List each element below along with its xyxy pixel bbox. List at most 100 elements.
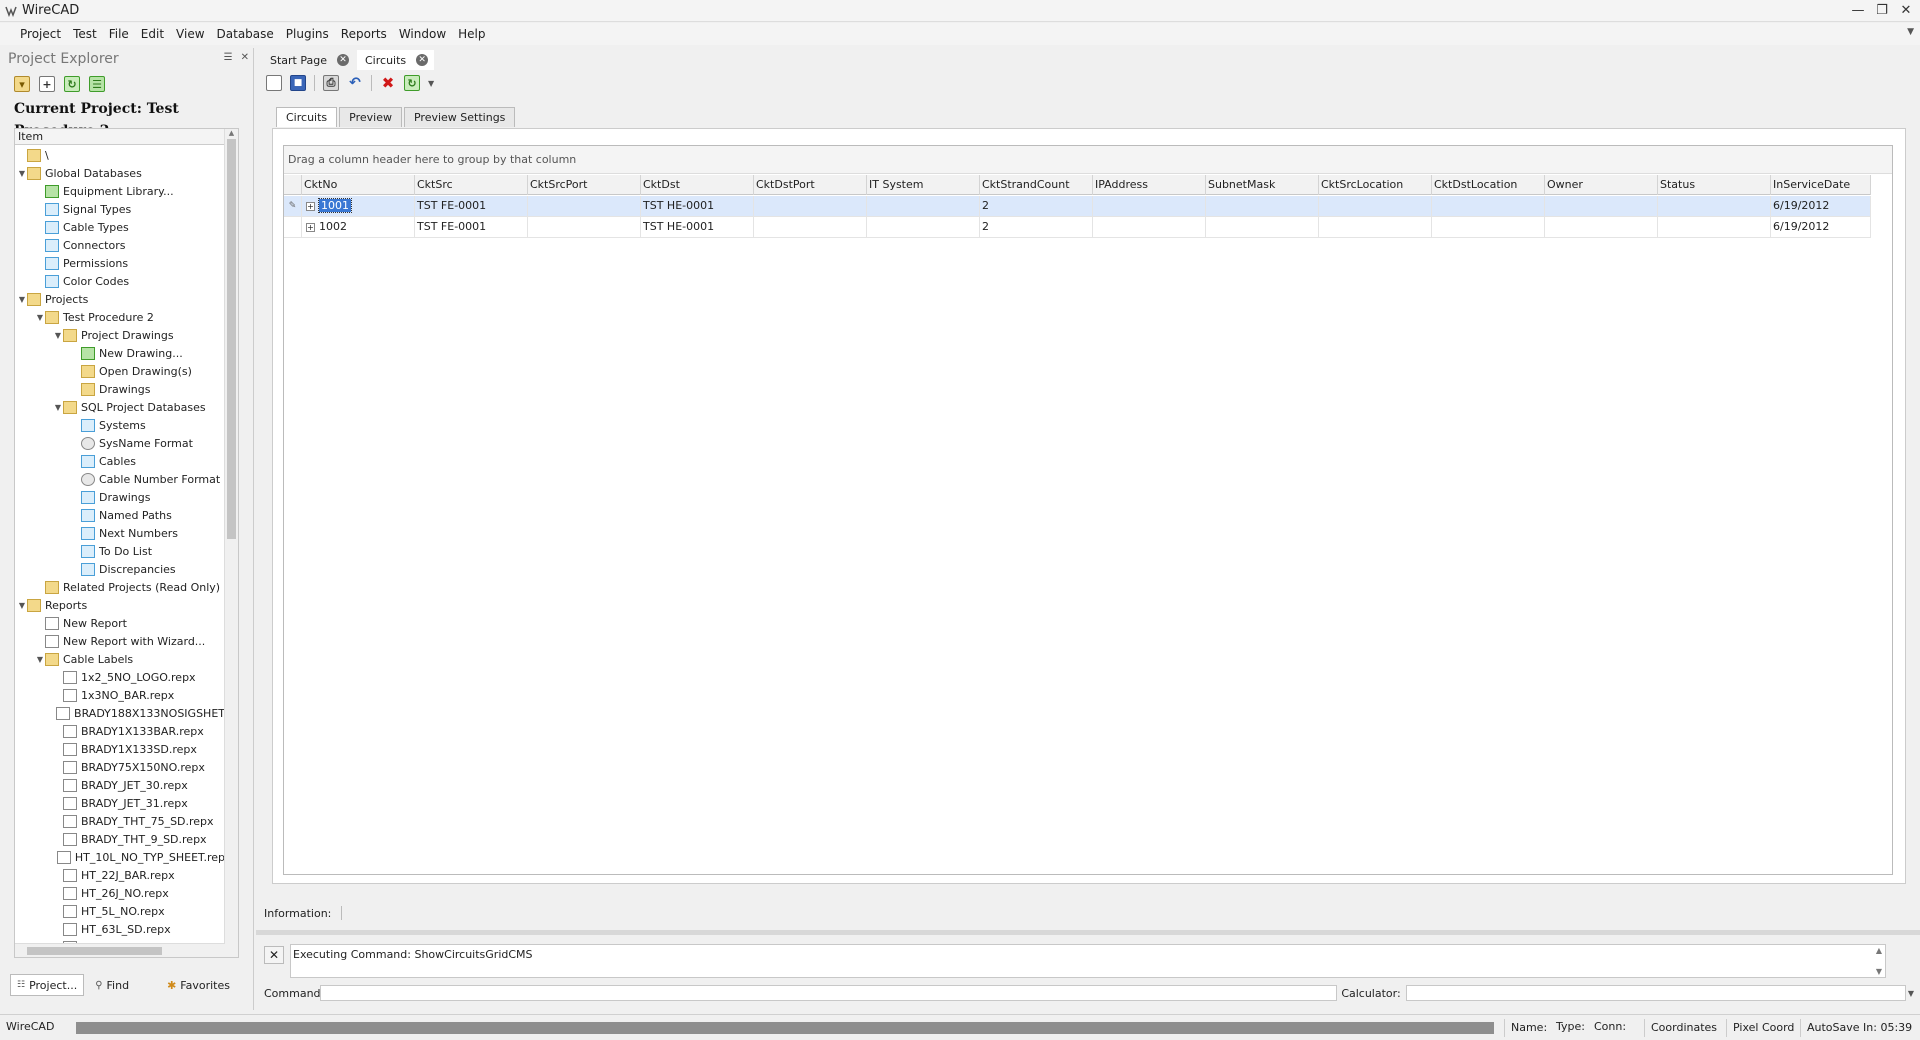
tree-item[interactable]: Connectors — [15, 236, 225, 254]
refresh-icon[interactable]: ↻ — [64, 76, 80, 92]
close-tab-icon[interactable]: ✕ — [416, 54, 429, 66]
tree-item[interactable]: New Drawing... — [15, 344, 225, 362]
tree-item[interactable]: BRADY_THT_75_SD.repx — [15, 812, 225, 830]
subtab-preview-settings[interactable]: Preview Settings — [403, 107, 516, 127]
cell-cktsrc[interactable]: TST FE-0001 — [415, 217, 528, 237]
table-row[interactable]: ✎ +1001 TST FE-0001 TST HE-0001 2 6/19/2012 — [284, 196, 1871, 217]
cell-cktsrclocation[interactable] — [1319, 217, 1432, 237]
pin-icon[interactable]: ☰ — [224, 52, 233, 63]
cell-cktdst[interactable]: TST HE-0001 — [641, 217, 754, 237]
group-by-panel[interactable]: Drag a column header here to group by th… — [284, 146, 1892, 174]
new-document-icon[interactable]: + — [39, 76, 55, 92]
tree-item[interactable]: BRADY75X150NO.repx — [15, 758, 225, 776]
tree-item[interactable]: ▼ Reports — [15, 596, 225, 614]
menu-file[interactable]: File — [103, 24, 135, 44]
menu-help[interactable]: Help — [452, 24, 491, 44]
database-icon[interactable]: ☰ — [89, 76, 105, 92]
cell-cktsrc[interactable]: TST FE-0001 — [415, 196, 528, 216]
tree-item[interactable]: ▼ Project Drawings — [15, 326, 225, 344]
cell-owner[interactable] — [1545, 217, 1658, 237]
cell-cktsrcport[interactable] — [528, 196, 641, 216]
tree-item[interactable]: Named Paths — [15, 506, 225, 524]
tree-item[interactable]: BRADY188X133NOSIGSHET — [15, 704, 225, 722]
calculator-input[interactable] — [1406, 985, 1906, 1001]
expand-row-icon[interactable]: + — [306, 201, 315, 211]
expand-collapse-icon[interactable]: ▼ — [35, 655, 45, 664]
tree-item[interactable]: New Report — [15, 614, 225, 632]
cell-cktno[interactable]: +1001 — [302, 196, 415, 216]
menu-plugins[interactable]: Plugins — [280, 24, 335, 44]
undo-icon[interactable]: ↶ — [347, 75, 363, 91]
column-header-it-system[interactable]: IT System — [867, 175, 980, 195]
command-log-scrollbar[interactable]: ▲ ▼ — [1872, 946, 1886, 976]
tree-item[interactable]: BRADY1X133BAR.repx — [15, 722, 225, 740]
cell-inservicedate[interactable]: 6/19/2012 — [1771, 217, 1871, 237]
tree-item[interactable]: HT_63L_SD.repx — [15, 920, 225, 938]
new-record-icon[interactable] — [266, 75, 282, 91]
cell-cktdstport[interactable] — [754, 217, 867, 237]
tree-hscroll-thumb[interactable] — [27, 947, 162, 955]
tree-item[interactable]: ▼ SQL Project Databases — [15, 398, 225, 416]
tree-item[interactable]: Color Codes — [15, 272, 225, 290]
cell-subnetmask[interactable] — [1206, 196, 1319, 216]
cell-cktsrcport[interactable] — [528, 217, 641, 237]
column-header-cktsrc[interactable]: CktSrc — [415, 175, 528, 195]
column-header-inservicedate[interactable]: InServiceDate — [1771, 175, 1871, 195]
cell-cktdstport[interactable] — [754, 196, 867, 216]
cell-status[interactable] — [1658, 217, 1771, 237]
tree-item[interactable]: HT_22J_BAR.repx — [15, 866, 225, 884]
subtab-preview[interactable]: Preview — [339, 107, 402, 127]
column-header-ipaddress[interactable]: IPAddress — [1093, 175, 1206, 195]
cell-cktsrclocation[interactable] — [1319, 196, 1432, 216]
tree-item[interactable]: Next Numbers — [15, 524, 225, 542]
menu-edit[interactable]: Edit — [135, 24, 170, 44]
tree-item[interactable]: Discrepancies — [15, 560, 225, 578]
scroll-up-icon[interactable]: ▲ — [1876, 946, 1882, 955]
save-icon[interactable]: ■ — [290, 75, 306, 91]
tree-item[interactable]: ▼ Global Databases — [15, 164, 225, 182]
column-header-cktdst[interactable]: CktDst — [641, 175, 754, 195]
menu-overflow-chevron-icon[interactable]: ▼ — [1907, 27, 1914, 37]
expand-row-icon[interactable]: + — [306, 222, 315, 232]
menu-test[interactable]: Test — [67, 24, 103, 44]
tree-item[interactable]: BRADY_JET_30.repx — [15, 776, 225, 794]
expand-collapse-icon[interactable]: ▼ — [17, 601, 27, 610]
tree-item[interactable]: BRADY_JET_31.repx — [15, 794, 225, 812]
subtab-circuits[interactable]: Circuits — [276, 107, 338, 127]
column-header-owner[interactable]: Owner — [1545, 175, 1658, 195]
tree-item[interactable]: Open Drawing(s) — [15, 362, 225, 380]
cell-cktdst[interactable]: TST HE-0001 — [641, 196, 754, 216]
tree-item[interactable]: BRADY_THT_9_SD.repx — [15, 830, 225, 848]
cell-it-system[interactable] — [867, 217, 980, 237]
cell-ipaddress[interactable] — [1093, 217, 1206, 237]
menu-database[interactable]: Database — [211, 24, 280, 44]
tree-item[interactable]: Permissions — [15, 254, 225, 272]
tab-favorites[interactable]: ✱ Favorites — [160, 974, 237, 996]
command-input[interactable] — [320, 985, 1338, 1001]
cell-ipaddress[interactable] — [1093, 196, 1206, 216]
tree-item[interactable]: 1x2_5NO_LOGO.repx — [15, 668, 225, 686]
minimize-icon[interactable]: — — [1850, 2, 1866, 18]
tree-vertical-scrollbar[interactable]: ▲ — [224, 129, 238, 957]
column-header-cktstrandcount[interactable]: CktStrandCount — [980, 175, 1093, 195]
row-edit-pencil-icon[interactable]: ✎ — [284, 196, 302, 216]
tree-item[interactable]: \ — [15, 146, 225, 164]
cell-cktdstlocation[interactable] — [1432, 196, 1545, 216]
tab-start-page[interactable]: Start Page ✕ — [262, 50, 355, 70]
tree-item[interactable]: Related Projects (Read Only) — [15, 578, 225, 596]
cell-it-system[interactable] — [867, 196, 980, 216]
cell-owner[interactable] — [1545, 196, 1658, 216]
command-log-close-icon[interactable]: ✕ — [264, 946, 284, 964]
menu-project[interactable]: Project — [14, 24, 67, 44]
calculator-dropdown-chevron-icon[interactable]: ▼ — [1908, 989, 1914, 998]
tree-item[interactable]: Cable Types — [15, 218, 225, 236]
close-icon[interactable]: ✕ — [1898, 2, 1914, 18]
cell-cktstrandcount[interactable]: 2 — [980, 196, 1093, 216]
refresh-icon[interactable]: ↻ — [404, 75, 420, 91]
tree-column-header[interactable]: Item — [15, 129, 238, 145]
scroll-down-icon[interactable]: ▼ — [1876, 967, 1882, 976]
tab-circuits[interactable]: Circuits ✕ — [357, 50, 435, 70]
cell-cktstrandcount[interactable]: 2 — [980, 217, 1093, 237]
tree-item[interactable]: HT_26J_NO.repx — [15, 884, 225, 902]
tree-item[interactable]: Equipment Library... — [15, 182, 225, 200]
